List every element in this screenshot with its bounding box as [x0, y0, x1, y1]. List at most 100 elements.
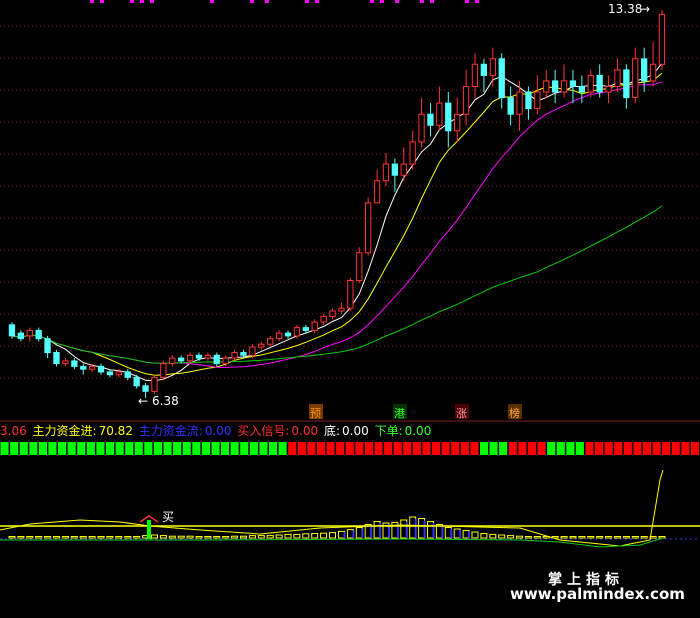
signal-square: [134, 442, 143, 455]
candle-body: [480, 63, 488, 76]
candle-body: [204, 354, 211, 359]
flow-bar: [614, 536, 621, 539]
top-tick-mark: [370, 0, 374, 3]
candle-body: [222, 357, 229, 365]
flow-bar: [257, 535, 265, 539]
candle-body: [445, 102, 452, 132]
top-tick-mark: [380, 0, 384, 3]
candle-body: [471, 63, 479, 88]
signal-square: [19, 442, 28, 455]
candle-body: [587, 74, 594, 93]
signal-square: [345, 442, 354, 455]
legend-first-value: 3.06: [0, 424, 27, 438]
candle-body: [160, 363, 167, 379]
candle-body: [498, 58, 505, 99]
flow-bar: [26, 536, 34, 539]
candle-body: [569, 80, 577, 87]
top-tick-mark: [420, 0, 424, 3]
signal-square: [249, 442, 258, 455]
signal-square: [182, 442, 191, 455]
flow-bar: [231, 535, 239, 539]
legend-label-4: 底:: [323, 424, 341, 438]
candle-body: [623, 69, 630, 99]
signal-square: [153, 442, 162, 455]
watermark-url: www.palmindex.com: [510, 585, 685, 603]
candlestick-series[interactable]: [8, 10, 666, 398]
signal-square: [221, 442, 230, 455]
signal-square: [259, 442, 268, 455]
flow-dot-bar: [441, 525, 444, 539]
signal-square: [240, 442, 249, 455]
flow-dot-bar: [450, 528, 453, 538]
flow-dot-bar: [370, 525, 373, 539]
top-tick-mark: [100, 0, 104, 3]
flow-bar: [168, 535, 176, 539]
candle-body: [311, 321, 318, 331]
signal-square: [374, 442, 383, 455]
candle-body: [400, 163, 407, 176]
flow-dot-bar: [352, 530, 355, 538]
top-tick-mark: [395, 0, 399, 3]
candle-body: [178, 357, 185, 362]
candle-body: [578, 86, 586, 93]
indicator-lines: [0, 469, 700, 548]
flow-bar: [622, 536, 630, 539]
signal-square: [115, 442, 124, 455]
flow-bar: [266, 535, 274, 539]
low-price-label: 6.38: [152, 394, 179, 408]
signal-square: [585, 442, 594, 455]
signal-square: [393, 442, 402, 455]
candle-body: [373, 180, 381, 204]
flow-bar: [524, 536, 532, 539]
candle-body: [338, 307, 345, 312]
flow-bar: [596, 536, 604, 539]
candle-body: [543, 80, 550, 93]
candle-body: [632, 58, 639, 99]
flow-bar: [97, 536, 105, 539]
top-tick-mark: [130, 0, 134, 3]
candle-body: [293, 327, 301, 337]
flow-bar: [177, 535, 185, 539]
signal-square: [269, 442, 278, 455]
stock-chart[interactable]: 13.38 → ← 6.38 买: [0, 0, 700, 618]
flow-bar: [658, 536, 666, 539]
ma10-line: [11, 72, 663, 376]
marker-gang: 港: [394, 407, 405, 420]
candle-body: [614, 69, 621, 88]
flow-dot-bar: [468, 531, 471, 539]
flow-bar: [516, 535, 523, 539]
low-arrow-icon: ←: [138, 394, 148, 408]
flow-bar: [640, 536, 648, 539]
signal-square: [278, 442, 287, 455]
signal-square: [432, 442, 441, 455]
signal-square: [422, 442, 431, 455]
signal-square: [173, 442, 182, 455]
candle-body: [552, 80, 559, 93]
flow-bar: [106, 536, 114, 539]
candle-body: [507, 97, 514, 115]
candle-body: [534, 91, 541, 110]
signal-square: [470, 442, 479, 455]
flow-bar: [284, 533, 292, 539]
candle-body: [560, 80, 568, 93]
signal-square: [29, 442, 38, 455]
signal-square: [518, 442, 527, 455]
ma5-line: [11, 62, 663, 382]
signal-square: [96, 442, 105, 455]
flow-bar: [320, 532, 328, 539]
candle-body: [284, 332, 292, 337]
flow-bar: [70, 536, 78, 539]
flow-bar: [186, 535, 194, 539]
signal-square: [86, 442, 95, 455]
candle-body: [641, 58, 648, 82]
flow-bar: [560, 536, 568, 539]
candle-body: [35, 329, 42, 340]
candle-body: [44, 338, 51, 354]
flow-bar: [159, 535, 167, 539]
signal-square: [297, 442, 306, 455]
flow-dot-bar: [414, 519, 417, 538]
signal-square: [614, 442, 623, 455]
signal-square: [556, 442, 565, 455]
candle-body: [329, 310, 336, 317]
top-tick-mark: [140, 0, 144, 3]
